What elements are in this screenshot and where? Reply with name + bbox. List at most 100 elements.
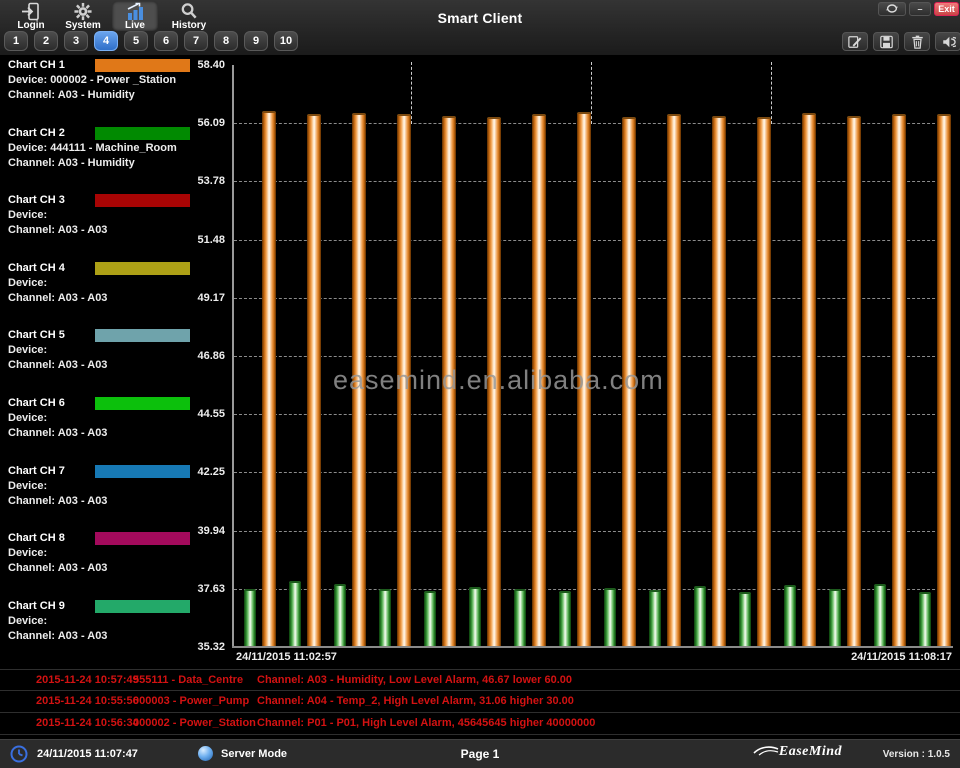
refresh-button[interactable]: [878, 2, 906, 16]
tab-4[interactable]: 4: [94, 31, 118, 51]
tab-3[interactable]: 3: [64, 31, 88, 51]
horizontal-gridline: [234, 414, 950, 415]
y-tick-label: 49.17: [183, 292, 225, 304]
legend-chart-ch-9: Chart CH 9Device:Channel: A03 - A03: [8, 599, 230, 647]
horizontal-gridline: [234, 123, 950, 124]
bar-ch1-11: [757, 117, 771, 646]
tab-8[interactable]: 8: [214, 31, 238, 51]
tab-6[interactable]: 6: [154, 31, 178, 51]
y-tick-label: 44.55: [183, 408, 225, 420]
legend-color-swatch: [95, 329, 190, 342]
bar-ch2-15: [919, 592, 931, 646]
y-tick-label: 51.48: [183, 234, 225, 246]
refresh-icon: [885, 3, 899, 14]
watermark-text: easemind.en.alibaba.com: [333, 365, 664, 396]
legend-device-line: Device: 444111 - Machine_Room: [8, 141, 230, 156]
y-tick-label: 58.40: [183, 59, 225, 71]
tab-7[interactable]: 7: [184, 31, 208, 51]
legend-device-line: Device:: [8, 614, 230, 629]
bar-ch2-6: [514, 589, 526, 646]
legend-color-swatch: [95, 262, 190, 275]
x-axis-end-label: 24/11/2015 11:08:17: [770, 651, 952, 663]
bar-ch2-5: [469, 587, 481, 646]
legend-channel-line: Channel: A03 - A03: [8, 561, 230, 576]
horizontal-gridline: [234, 356, 950, 357]
alarm-device: 000002 - Power_Station: [133, 717, 256, 729]
bar-ch2-14: [874, 584, 886, 646]
time-marker-gridline: [591, 62, 592, 124]
tab-10[interactable]: 10: [274, 31, 298, 51]
alarm-time: 2015-11-24 10:55:56: [36, 695, 139, 707]
legend-device-line: Device: 000002 - Power _Station: [8, 73, 230, 88]
floppy-save-icon: [879, 35, 894, 49]
speaker-icon: [941, 35, 956, 49]
exit-button[interactable]: Exit: [934, 2, 959, 16]
horizontal-gridline: [234, 181, 950, 182]
tab-5[interactable]: 5: [124, 31, 148, 51]
tab-9[interactable]: 9: [244, 31, 268, 51]
alarm-device: 555111 - Data_Centre: [133, 674, 243, 686]
alarm-device: 000003 - Power_Pump: [133, 695, 249, 707]
bar-ch1-10: [712, 116, 726, 646]
bar-ch1-14: [892, 114, 906, 646]
bar-ch2-9: [649, 590, 661, 646]
bar-ch1-9: [667, 114, 681, 646]
delete-button[interactable]: [904, 32, 930, 51]
legend-device-line: Device:: [8, 479, 230, 494]
bar-ch1-1: [307, 114, 321, 646]
minimize-button[interactable]: –: [909, 2, 931, 16]
alarm-message: Channel: A03 - Humidity, Low Level Alarm…: [257, 674, 572, 686]
alarm-list: 2015-11-24 10:57:49555111 - Data_CentreC…: [0, 669, 960, 735]
alarm-row-3[interactable]: 2015-11-24 10:56:34000002 - Power_Statio…: [0, 713, 960, 735]
version-label: Version : 1.0.5: [883, 749, 950, 760]
app-title: Smart Client: [0, 10, 960, 26]
brand-logo: EaseMind: [753, 744, 842, 760]
alarm-message: Channel: A04 - Temp_2, High Level Alarm,…: [257, 695, 574, 707]
y-tick-label: 37.63: [183, 583, 225, 595]
horizontal-gridline: [234, 472, 950, 473]
bar-ch2-7: [559, 591, 571, 646]
smart-client-window: Login System Live History Smart Client –…: [0, 0, 960, 768]
legend-color-swatch: [95, 532, 190, 545]
y-tick-label: 35.32: [183, 641, 225, 653]
bar-ch2-13: [829, 589, 841, 646]
tab-2[interactable]: 2: [34, 31, 58, 51]
legend-color-swatch: [95, 600, 190, 613]
bar-ch1-15: [937, 114, 951, 646]
time-marker-gridline: [771, 62, 772, 124]
bar-ch2-0: [244, 589, 256, 646]
time-marker-gridline: [411, 62, 412, 124]
title-bar: Login System Live History Smart Client –…: [0, 0, 960, 55]
y-tick-label: 56.09: [183, 117, 225, 129]
bar-ch2-8: [604, 588, 616, 646]
legend-channel-line: Channel: A03 - A03: [8, 426, 230, 441]
bar-ch1-12: [802, 113, 816, 646]
x-axis-line: [232, 646, 953, 648]
bar-ch2-1: [289, 581, 301, 646]
y-tick-label: 53.78: [183, 175, 225, 187]
alarm-row-1[interactable]: 2015-11-24 10:57:49555111 - Data_CentreC…: [0, 669, 960, 691]
alarm-time: 2015-11-24 10:56:34: [36, 717, 139, 729]
trash-icon: [911, 35, 924, 49]
alarm-message: Channel: P01 - P01, High Level Alarm, 45…: [257, 717, 595, 729]
edit-page-icon: [847, 35, 863, 49]
brand-name: EaseMind: [779, 744, 842, 760]
tab-1[interactable]: 1: [4, 31, 28, 51]
y-axis-line: [232, 65, 234, 648]
bar-ch2-4: [424, 591, 436, 646]
legend-color-swatch: [95, 59, 190, 72]
bar-ch1-0: [262, 111, 276, 646]
bar-ch2-11: [739, 592, 751, 646]
save-button[interactable]: [873, 32, 899, 51]
alarm-row-2[interactable]: 2015-11-24 10:55:56000003 - Power_Pump Ch…: [0, 691, 960, 713]
edit-button[interactable]: [842, 32, 868, 51]
legend-device-line: Device:: [8, 208, 230, 223]
sound-button[interactable]: [935, 32, 960, 51]
legend-chart-ch-8: Chart CH 8Device:Channel: A03 - A03: [8, 531, 230, 579]
legend-color-swatch: [95, 397, 190, 410]
horizontal-gridline: [234, 240, 950, 241]
bar-chart-plot: [232, 65, 952, 647]
legend-device-line: Device:: [8, 276, 230, 291]
y-tick-label: 46.86: [183, 350, 225, 362]
legend-channel-line: Channel: A03 - Humidity: [8, 156, 230, 171]
